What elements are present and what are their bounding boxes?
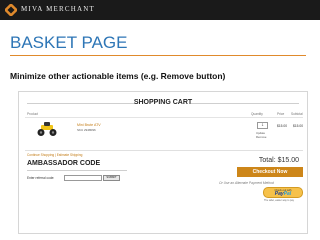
title-divider [10,55,306,56]
remove-link[interactable]: Remove [256,135,266,139]
brand-name: MIVA MERCHANT [21,5,96,13]
ambassador-code-heading: AMBASSADOR CODE [27,160,101,167]
cart-total: Total: $15.00 [258,157,299,164]
item-price: $15.00 [277,124,288,128]
continue-shopping-links[interactable]: Continue Shopping | Estimate Shipping [27,153,82,157]
item-subtotal: $15.00 [293,124,304,128]
product-sku: SKU 2948096 [77,128,96,132]
header-divider [25,117,303,118]
column-subtotal: Subtotal [291,112,303,116]
slide-title: BASKET PAGE [10,33,128,52]
submit-referral-button[interactable]: SUBMIT [103,175,120,181]
column-price: Price [277,112,285,116]
top-bar: MIVA MERCHANT [0,0,320,20]
slide-subtitle: Minimize other actionable items (e.g. Re… [10,71,226,81]
paypal-logo: PayPal [264,191,302,197]
paypal-logo-pal: Pal [283,191,292,197]
product-name-link[interactable]: Mini Brute ATV [77,123,101,127]
row-divider [25,150,303,151]
referral-code-input[interactable] [64,175,102,181]
checkout-now-button[interactable]: Checkout Now [237,167,303,177]
referral-code-label: Enter referral code: [27,176,55,180]
ambassador-divider [27,170,127,171]
alternate-payment-text: Or Use an Alternate Payment Method [219,181,274,185]
paypal-tagline: The safer, easier way to pay [264,199,294,202]
column-quantity: Quantity [251,112,263,116]
miva-logo-icon [5,4,17,16]
shopping-cart-heading: SHOPPING CART [133,99,193,106]
quantity-input[interactable]: 1 [257,122,268,129]
atv-product-image[interactable] [35,121,59,137]
column-product: Product [27,112,38,116]
basket-screenshot: SHOPPING CART Product Quantity Price Sub… [18,91,308,234]
paypal-logo-pay: Pay [274,191,284,197]
paypal-checkout-button[interactable]: Check out with PayPal [263,187,303,198]
